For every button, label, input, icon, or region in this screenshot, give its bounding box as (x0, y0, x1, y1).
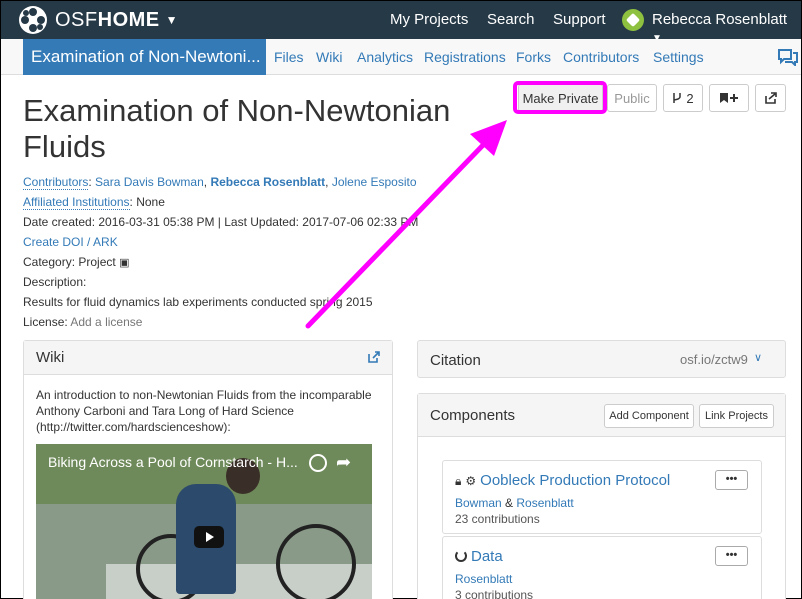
author-link[interactable]: Rosenblatt (455, 572, 512, 586)
description-text: Results for fluid dynamics lab experimen… (23, 295, 373, 309)
components-panel: Components Add Component Link Projects 🔒… (417, 393, 786, 599)
author-separator: & (505, 496, 513, 510)
description-label: Description: (23, 275, 86, 289)
bookmark-plus-icon (719, 92, 739, 104)
affiliated-institutions: Affiliated Institutions: None (23, 195, 165, 209)
contributors-line: Contributors: Sara Davis Bowman, Rebecca… (23, 175, 417, 189)
avatar[interactable] (622, 9, 644, 31)
nav-my-projects[interactable]: My Projects (390, 11, 468, 28)
make-private-button[interactable]: Make Private (518, 84, 603, 112)
comments-icon[interactable] (777, 48, 799, 66)
contributions-count: 3 contributions (455, 588, 533, 599)
category-text: Category: Project (23, 255, 116, 269)
component-menu-button[interactable]: ••• (715, 470, 748, 490)
contributor-link[interactable]: Sara Davis Bowman (95, 175, 204, 189)
tab-settings[interactable]: Settings (653, 49, 704, 65)
author-link[interactable]: Bowman (455, 496, 502, 510)
top-navbar: OSFHOME ▼ My Projects Search Support Reb… (1, 1, 801, 39)
tab-forks[interactable]: Forks (516, 49, 551, 65)
contributor-link[interactable]: Rebecca Rosenblatt (210, 175, 325, 189)
tab-contributors[interactable]: Contributors (563, 49, 639, 65)
share-arrow-icon[interactable]: ➦ (336, 452, 351, 473)
contributors-label[interactable]: Contributors (23, 175, 88, 190)
project-nav-title[interactable]: Examination of Non-Newtoni... (23, 39, 266, 75)
loading-spinner-icon (455, 550, 467, 562)
affiliated-label[interactable]: Affiliated Institutions (23, 195, 130, 210)
brand-osf: OSF (55, 9, 98, 31)
contributions-count: 23 contributions (455, 512, 540, 526)
create-doi-link[interactable]: Create DOI / ARK (23, 235, 118, 249)
wiki-panel: Wiki An introduction to non-Newtonian Fl… (23, 340, 393, 599)
tab-files[interactable]: Files (274, 49, 304, 65)
project-navbar: Examination of Non-Newtoni... Files Wiki… (1, 39, 801, 75)
lock-icon: 🔒︎ (455, 474, 461, 489)
add-license-link[interactable]: Add a license (70, 315, 142, 329)
citation-label: Citation (430, 352, 481, 369)
components-label: Components (430, 407, 515, 424)
nav-search[interactable]: Search (487, 11, 535, 28)
share-icon (765, 92, 777, 104)
chevron-down-icon[interactable]: ∨ (754, 351, 762, 364)
category: Category: Project ▣ (23, 255, 129, 269)
license-label: License: (23, 315, 68, 329)
video-title[interactable]: Biking Across a Pool of Cornstarch - H..… (48, 454, 298, 470)
nav-support[interactable]: Support (553, 11, 606, 28)
fork-icon (672, 92, 682, 104)
list-item: Data ••• Rosenblatt 3 contributions (442, 536, 762, 599)
add-component-button[interactable]: Add Component (604, 404, 694, 428)
share-button[interactable] (755, 84, 786, 112)
osf-logo-icon (19, 6, 47, 34)
tab-analytics[interactable]: Analytics (357, 49, 413, 65)
cube-icon: ▣ (119, 257, 129, 269)
citation-panel[interactable]: Citation osf.io/zctw9 ∨ (417, 340, 786, 378)
link-projects-button[interactable]: Link Projects (699, 404, 774, 428)
clock-icon[interactable] (309, 454, 327, 472)
caret-down-icon: ▼ (166, 13, 178, 27)
component-title[interactable]: Oobleck Production Protocol (480, 472, 670, 489)
osf-home-brand[interactable]: OSFHOME ▼ (19, 5, 178, 35)
bookmark-button[interactable] (709, 84, 749, 112)
page-title: Examination of Non-Newtonian Fluids (23, 93, 493, 165)
public-button[interactable]: Public (607, 84, 657, 112)
user-name: Rebecca Rosenblatt (652, 11, 787, 28)
wiki-text: An introduction to non-Newtonian Fluids … (36, 387, 376, 435)
date-info: Date created: 2016-03-31 05:38 PM | Last… (23, 215, 418, 229)
component-title[interactable]: Data (471, 548, 503, 565)
external-link-icon[interactable] (368, 351, 380, 363)
fork-count: 2 (686, 91, 693, 106)
list-item: 🔒︎ ⚙︎ Oobleck Production Protocol ••• Bowm… (442, 460, 762, 534)
license-line: License: Add a license (23, 315, 142, 329)
brand-home: HOME (98, 9, 160, 31)
wiki-panel-title[interactable]: Wiki (36, 349, 64, 366)
tab-registrations[interactable]: Registrations (424, 49, 506, 65)
play-icon[interactable] (194, 526, 224, 548)
affiliated-value: None (136, 195, 165, 209)
contributor-link[interactable]: Jolene Esposito (332, 175, 417, 189)
wiki-panel-header: Wiki (24, 341, 392, 375)
fork-button[interactable]: 2 (663, 84, 703, 112)
tab-wiki[interactable]: Wiki (316, 49, 342, 65)
gears-icon: ⚙︎ (465, 474, 476, 488)
components-panel-header: Components Add Component Link Projects (418, 394, 785, 437)
component-menu-button[interactable]: ••• (715, 546, 748, 566)
author-link[interactable]: Rosenblatt (516, 496, 573, 510)
video-embed[interactable]: Biking Across a Pool of Cornstarch - H..… (36, 444, 372, 599)
citation-url: osf.io/zctw9 (680, 352, 748, 367)
